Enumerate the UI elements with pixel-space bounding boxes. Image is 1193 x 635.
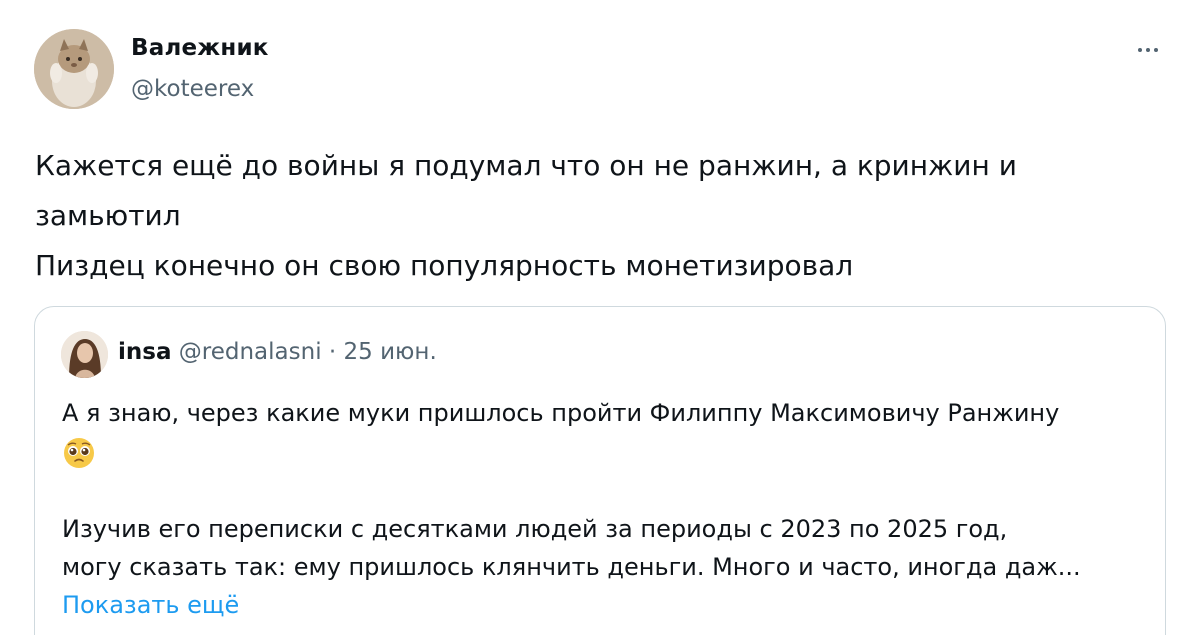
pleading-face-icon bbox=[62, 436, 96, 470]
quoted-text-line: могу сказать так: ему пришлось клянчить … bbox=[62, 553, 1081, 581]
quoted-tweet-header: insa @rednalasni · 25 июн. bbox=[118, 339, 437, 365]
quoted-author-name[interactable]: insa bbox=[118, 339, 171, 365]
tweet: Валежник @koteerex Кажется ещё до войны … bbox=[0, 0, 1193, 635]
tweet-text: Кажется ещё до войны я подумал что он не… bbox=[35, 141, 1145, 291]
quoted-text-line: А я знаю, через какие муки пришлось прой… bbox=[62, 399, 1060, 427]
tweet-text-line: Кажется ещё до войны я подумал что он не… bbox=[35, 149, 1017, 182]
show-more-link[interactable]: Показать ещё bbox=[62, 586, 1152, 624]
quoted-tweet-card[interactable]: insa @rednalasni · 25 июн. А я знаю, чер… bbox=[34, 306, 1166, 635]
quoted-text-line: Изучив его переписки с десятками людей з… bbox=[62, 515, 1008, 543]
author-handle[interactable]: @koteerex bbox=[131, 76, 254, 102]
quoted-tweet-date[interactable]: 25 июн. bbox=[344, 339, 437, 365]
tweet-text-line: замьютил bbox=[35, 199, 181, 232]
person-avatar-icon[interactable] bbox=[61, 331, 108, 378]
header-separator: · bbox=[328, 339, 337, 365]
more-horizontal-icon[interactable] bbox=[1128, 33, 1168, 67]
cat-avatar-icon[interactable] bbox=[34, 29, 114, 109]
quoted-author-handle[interactable]: @rednalasni bbox=[179, 339, 322, 365]
author-display-name[interactable]: Валежник bbox=[131, 35, 269, 61]
tweet-text-line: Пиздец конечно он свою популярность моне… bbox=[35, 249, 854, 282]
quoted-tweet-text: А я знаю, через какие муки пришлось прой… bbox=[62, 394, 1152, 624]
